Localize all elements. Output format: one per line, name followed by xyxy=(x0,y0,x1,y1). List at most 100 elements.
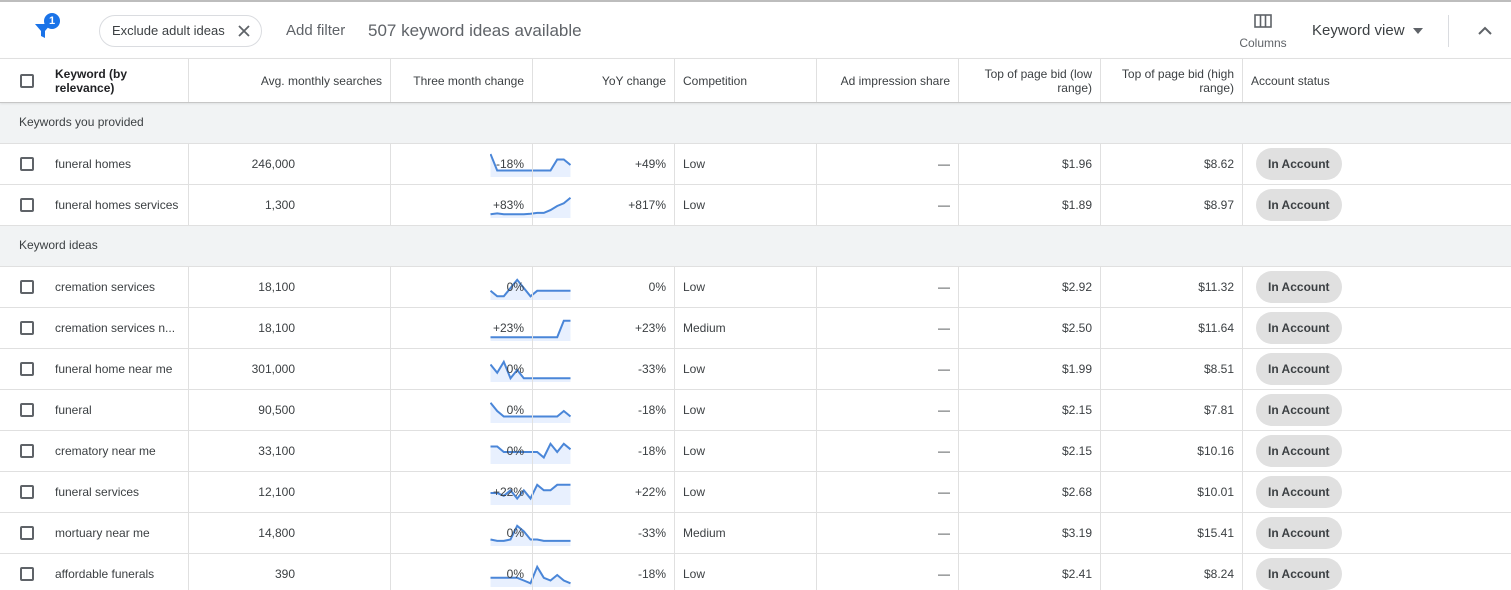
in-account-badge: In Account xyxy=(1256,353,1342,385)
columns-button[interactable]: Columns xyxy=(1232,12,1294,54)
impression-cell: — xyxy=(816,554,958,590)
bid-low-cell: $1.96 xyxy=(958,144,1100,184)
group-keyword-ideas: Keyword ideas xyxy=(0,226,1511,267)
impression-cell: — xyxy=(816,267,958,307)
bid-high-cell: $11.64 xyxy=(1100,308,1242,348)
impression-cell: — xyxy=(816,390,958,430)
header-competition[interactable]: Competition xyxy=(674,59,816,102)
bid-low-cell: $2.15 xyxy=(958,390,1100,430)
filter-icon[interactable]: 1 xyxy=(33,13,60,41)
impression-cell: — xyxy=(816,472,958,512)
searches-cell: 390 xyxy=(188,554,571,590)
header-impression[interactable]: Ad impression share xyxy=(816,59,958,102)
table-row[interactable]: funeral homes services 1,300 +83% +817% Low —… xyxy=(0,185,1511,226)
keyword-view-label: Keyword view xyxy=(1312,22,1405,39)
bid-high-cell: $11.32 xyxy=(1100,267,1242,307)
header-searches[interactable]: Avg. monthly searches xyxy=(188,59,390,102)
keyword-cell: funeral xyxy=(55,403,92,417)
chevron-up-icon[interactable] xyxy=(1476,22,1494,40)
keyword-ideas-count: 507 keyword ideas available xyxy=(368,21,582,40)
header-bid-low[interactable]: Top of page bid (low range) xyxy=(958,59,1100,102)
in-account-badge: In Account xyxy=(1256,394,1342,426)
table-row[interactable]: funeral 90,500 0% -18% Low — $2.15 $7.81 In Acco… xyxy=(0,390,1511,431)
impression-cell: — xyxy=(816,185,958,225)
three-month-cell: 0% xyxy=(390,267,532,307)
table-row[interactable]: crematory near me 33,100 0% -18% Low — $2.15 $1… xyxy=(0,431,1511,472)
toolbar: 1 Exclude adult ideas Add filter 507 key… xyxy=(0,0,1511,58)
keyword-view-dropdown[interactable]: Keyword view xyxy=(1312,22,1423,39)
yoy-cell: -33% xyxy=(532,349,674,389)
table-row[interactable]: cremation services 18,100 0% 0% Low — $2.92 $11… xyxy=(0,267,1511,308)
yoy-cell: 0% xyxy=(532,267,674,307)
header-three-month[interactable]: Three month change xyxy=(390,59,532,102)
searches-value: 390 xyxy=(274,567,295,581)
keyword-cell: crematory near me xyxy=(55,444,156,458)
in-account-badge: In Account xyxy=(1256,435,1342,467)
header-yoy[interactable]: YoY change xyxy=(532,59,674,102)
row-checkbox[interactable] xyxy=(20,157,34,171)
three-month-cell: 0% xyxy=(390,554,532,590)
table-row[interactable]: mortuary near me 14,800 0% -33% Medium — $3.19… xyxy=(0,513,1511,554)
bid-low-cell: $2.50 xyxy=(958,308,1100,348)
table-row[interactable]: affordable funerals 390 0% -18% Low — $2.41 $8.… xyxy=(0,554,1511,590)
header-account-status[interactable]: Account status xyxy=(1242,59,1511,102)
table-header: Keyword (by relevance) Avg. monthly sear… xyxy=(0,58,1511,103)
table-row[interactable]: funeral home near me 301,000 0% -33% Low — $1.… xyxy=(0,349,1511,390)
competition-cell: Medium xyxy=(674,513,816,553)
keyword-cell: funeral home near me xyxy=(55,362,173,376)
columns-label: Columns xyxy=(1239,36,1287,50)
row-checkbox[interactable] xyxy=(20,280,34,294)
row-checkbox[interactable] xyxy=(20,198,34,212)
three-month-cell: -18% xyxy=(390,144,532,184)
competition-cell: Low xyxy=(674,431,816,471)
three-month-cell: 0% xyxy=(390,390,532,430)
row-checkbox[interactable] xyxy=(20,526,34,540)
close-icon[interactable] xyxy=(237,24,251,38)
impression-cell: — xyxy=(816,513,958,553)
searches-value: 246,000 xyxy=(251,157,295,171)
impression-cell: — xyxy=(816,349,958,389)
searches-value: 18,100 xyxy=(258,321,295,335)
status-cell: In Account xyxy=(1242,431,1511,471)
searches-value: 18,100 xyxy=(258,280,295,294)
columns-icon xyxy=(1254,14,1272,28)
row-checkbox[interactable] xyxy=(20,567,34,581)
searches-cell: 18,100 xyxy=(188,267,571,307)
yoy-cell: +22% xyxy=(532,472,674,512)
table-row[interactable]: funeral homes 246,000 -18% +49% Low — $1.96 $8.… xyxy=(0,144,1511,185)
header-keyword[interactable]: Keyword (by relevance) xyxy=(47,59,188,102)
row-checkbox[interactable] xyxy=(20,444,34,458)
bid-high-cell: $8.24 xyxy=(1100,554,1242,590)
keyword-cell: mortuary near me xyxy=(55,526,150,540)
add-filter-button[interactable]: Add filter xyxy=(286,22,345,39)
bid-low-cell: $2.41 xyxy=(958,554,1100,590)
dropdown-caret-icon xyxy=(1412,28,1423,35)
row-checkbox[interactable] xyxy=(20,321,34,335)
bid-high-cell: $10.01 xyxy=(1100,472,1242,512)
impression-cell: — xyxy=(816,144,958,184)
keyword-cell: funeral services xyxy=(55,485,140,499)
searches-cell: 1,300 xyxy=(188,185,571,225)
competition-cell: Low xyxy=(674,554,816,590)
table-row[interactable]: cremation services n... 18,100 +23% +23% Med… xyxy=(0,308,1511,349)
three-month-cell: +83% xyxy=(390,185,532,225)
keyword-cell: cremation services xyxy=(55,280,156,294)
bid-low-cell: $3.19 xyxy=(958,513,1100,553)
impression-cell: — xyxy=(816,308,958,348)
row-checkbox[interactable] xyxy=(20,362,34,376)
competition-cell: Low xyxy=(674,267,816,307)
bid-low-cell: $2.92 xyxy=(958,267,1100,307)
yoy-cell: -18% xyxy=(532,554,674,590)
searches-cell: 301,000 xyxy=(188,349,571,389)
status-cell: In Account xyxy=(1242,390,1511,430)
header-bid-high[interactable]: Top of page bid (high range) xyxy=(1100,59,1242,102)
searches-cell: 246,000 xyxy=(188,144,571,184)
row-checkbox[interactable] xyxy=(20,403,34,417)
filter-count-badge: 1 xyxy=(44,13,60,29)
exclude-adult-ideas-chip[interactable]: Exclude adult ideas xyxy=(99,15,262,47)
select-all-checkbox[interactable] xyxy=(20,73,34,88)
row-checkbox[interactable] xyxy=(20,485,34,499)
table-row[interactable]: funeral services 12,100 +22% +22% Low — $2.68 $… xyxy=(0,472,1511,513)
competition-cell: Medium xyxy=(674,308,816,348)
searches-cell: 12,100 xyxy=(188,472,571,512)
